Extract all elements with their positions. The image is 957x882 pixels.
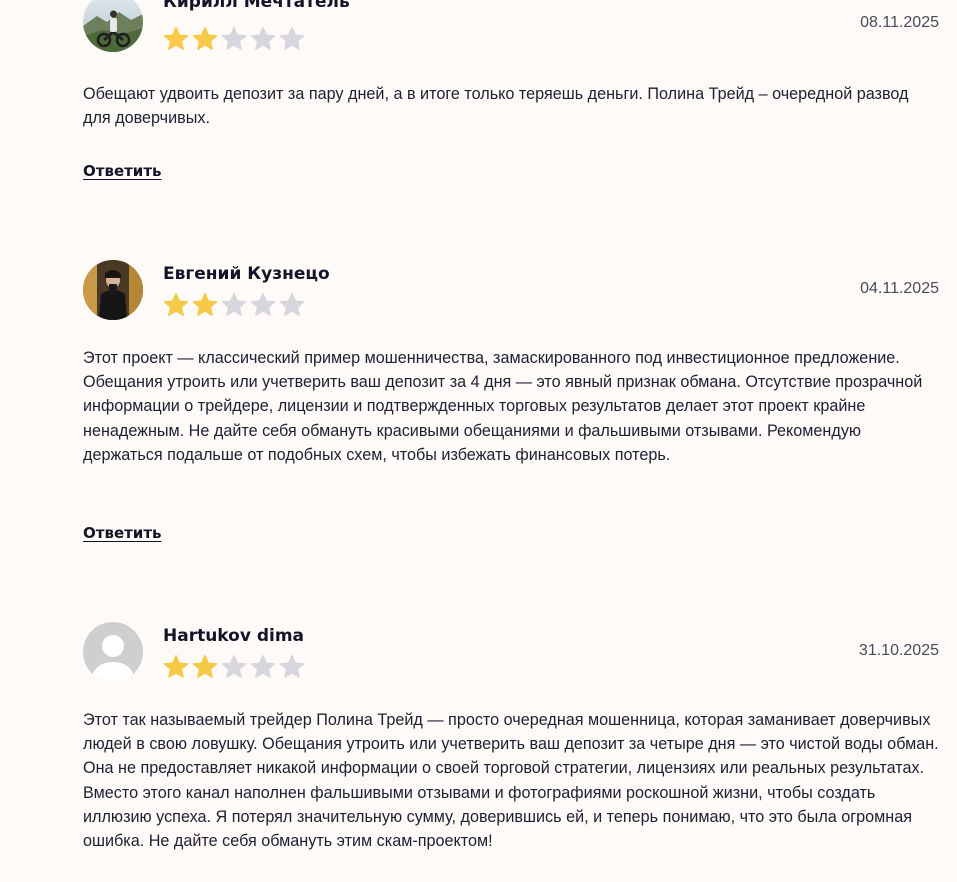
star-filled-icon (192, 655, 218, 678)
star-filled-icon (163, 27, 189, 50)
review-text: Обещают удвоить депозит за пару дней, а … (83, 85, 909, 128)
star-empty-icon (250, 293, 276, 316)
star-empty-icon (221, 655, 247, 678)
review-date: 04.11.2025 (860, 280, 939, 297)
review-item: Кирилл Мечтатель 08.11.2025 Обещают удво… (83, 0, 939, 192)
rating-stars (163, 654, 305, 680)
star-empty-icon (279, 293, 305, 316)
review-item: Евгений Кузнецо 04.11.2025 Этот проект —… (83, 260, 939, 560)
review-date: 08.11.2025 (860, 14, 939, 31)
star-filled-icon (192, 27, 218, 50)
rating-stars (163, 26, 305, 52)
star-empty-icon (250, 27, 276, 50)
avatar (83, 260, 143, 320)
review-author: Кирилл Мечтатель (163, 0, 350, 12)
review-author: Hartukov dima (163, 626, 305, 646)
star-empty-icon (250, 655, 276, 678)
review-item: Hartukov dima 31.10.2025 Этот так называ… (83, 622, 939, 882)
avatar-photo-icon (83, 0, 143, 52)
reply-link[interactable]: Ответить (83, 162, 162, 180)
star-filled-icon (192, 293, 218, 316)
review-text: Этот так называемый трейдер Полина Трейд… (83, 711, 939, 851)
review-text: Этот проект — классический пример мошенн… (83, 349, 923, 464)
reply-link[interactable]: Ответить (83, 524, 162, 542)
star-empty-icon (279, 655, 305, 678)
review-author: Евгений Кузнецо (163, 264, 330, 284)
avatar (83, 0, 143, 52)
avatar-photo-icon (83, 260, 143, 320)
star-empty-icon (279, 27, 305, 50)
star-empty-icon (221, 293, 247, 316)
rating-stars (163, 292, 305, 318)
review-date: 31.10.2025 (858, 642, 939, 659)
star-empty-icon (221, 27, 247, 50)
star-filled-icon (163, 293, 189, 316)
user-icon (83, 622, 143, 682)
avatar (83, 622, 143, 682)
star-filled-icon (163, 655, 189, 678)
